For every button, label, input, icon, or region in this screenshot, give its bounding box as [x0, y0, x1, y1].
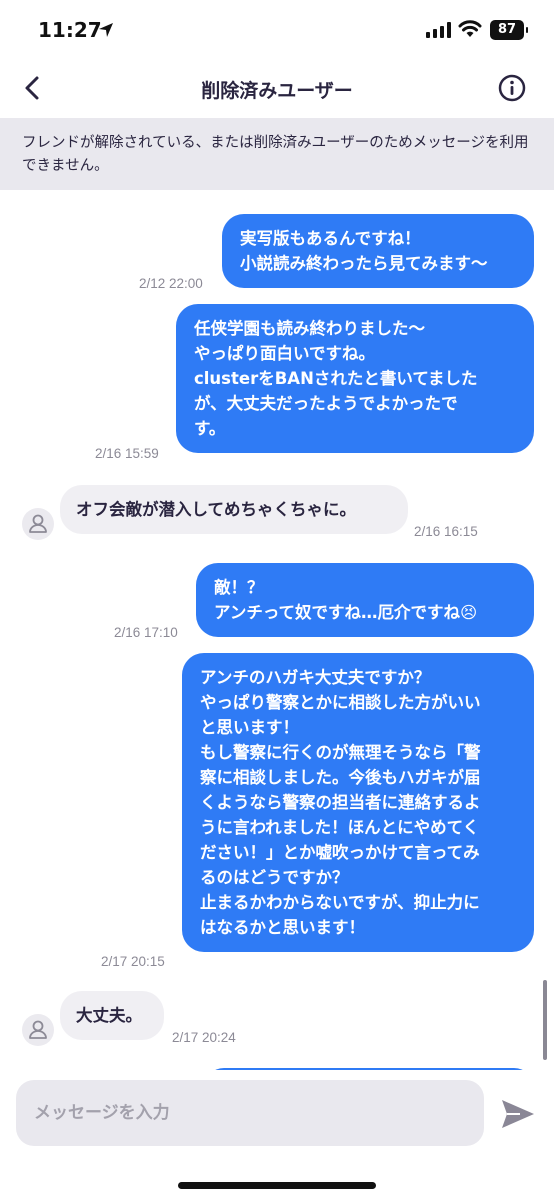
message-bubble-outgoing: アンチのハガキ大丈夫ですか？ やっぱり警察とかに相談した方がいい と思います！ … — [182, 653, 534, 952]
page-title: 削除済みユーザー — [201, 80, 353, 102]
message-timestamp: 2/17 20:24 — [172, 1030, 236, 1045]
person-icon — [29, 1020, 47, 1039]
message-input-container — [16, 1080, 484, 1146]
message-bubble-outgoing-partial — [204, 1068, 534, 1070]
message-input[interactable] — [16, 1080, 484, 1146]
message-bubble-incoming: オフ会敵が潜入してめちゃくちゃに。 — [60, 485, 408, 534]
unavailable-notice: フレンドが解除されている、または削除済みユーザーのためメッセージを利用できません… — [0, 118, 554, 190]
status-time: 11:27 — [38, 18, 102, 42]
battery-indicator: 87 — [490, 20, 528, 40]
message-timestamp: 2/17 20:15 — [101, 954, 165, 969]
signal-icon — [426, 22, 451, 38]
message-timestamp: 2/12 22:00 — [139, 276, 203, 291]
message-bubble-outgoing: 任侠学園も読み終わりました〜 やっぱり面白いですね。 clusterをBANされ… — [176, 304, 534, 453]
message-bubble-outgoing: 実写版もあるんですね！ 小説読み終わったら見てみます〜 — [222, 214, 534, 288]
scroll-indicator[interactable] — [543, 980, 547, 1060]
avatar — [22, 508, 54, 540]
send-icon[interactable] — [498, 1096, 538, 1132]
person-icon — [29, 514, 47, 533]
nav-bar: 削除済みユーザー — [0, 60, 554, 118]
info-icon[interactable] — [498, 74, 526, 102]
location-arrow-icon — [99, 23, 113, 37]
home-indicator[interactable] — [178, 1182, 376, 1189]
message-list[interactable]: 実写版もあるんですね！ 小説読み終わったら見てみます〜 2/12 22:00 任… — [0, 190, 554, 1070]
message-timestamp: 2/16 16:15 — [414, 524, 478, 539]
status-bar: 11:27 87 — [0, 0, 554, 60]
message-bubble-incoming: 大丈夫。 — [60, 991, 164, 1040]
wifi-icon — [458, 20, 482, 37]
message-timestamp: 2/16 17:10 — [114, 625, 178, 640]
message-timestamp: 2/16 15:59 — [95, 446, 159, 461]
message-bubble-outgoing: 敵！？ アンチって奴ですね…厄介ですね😣 — [196, 563, 534, 637]
avatar — [22, 1014, 54, 1046]
